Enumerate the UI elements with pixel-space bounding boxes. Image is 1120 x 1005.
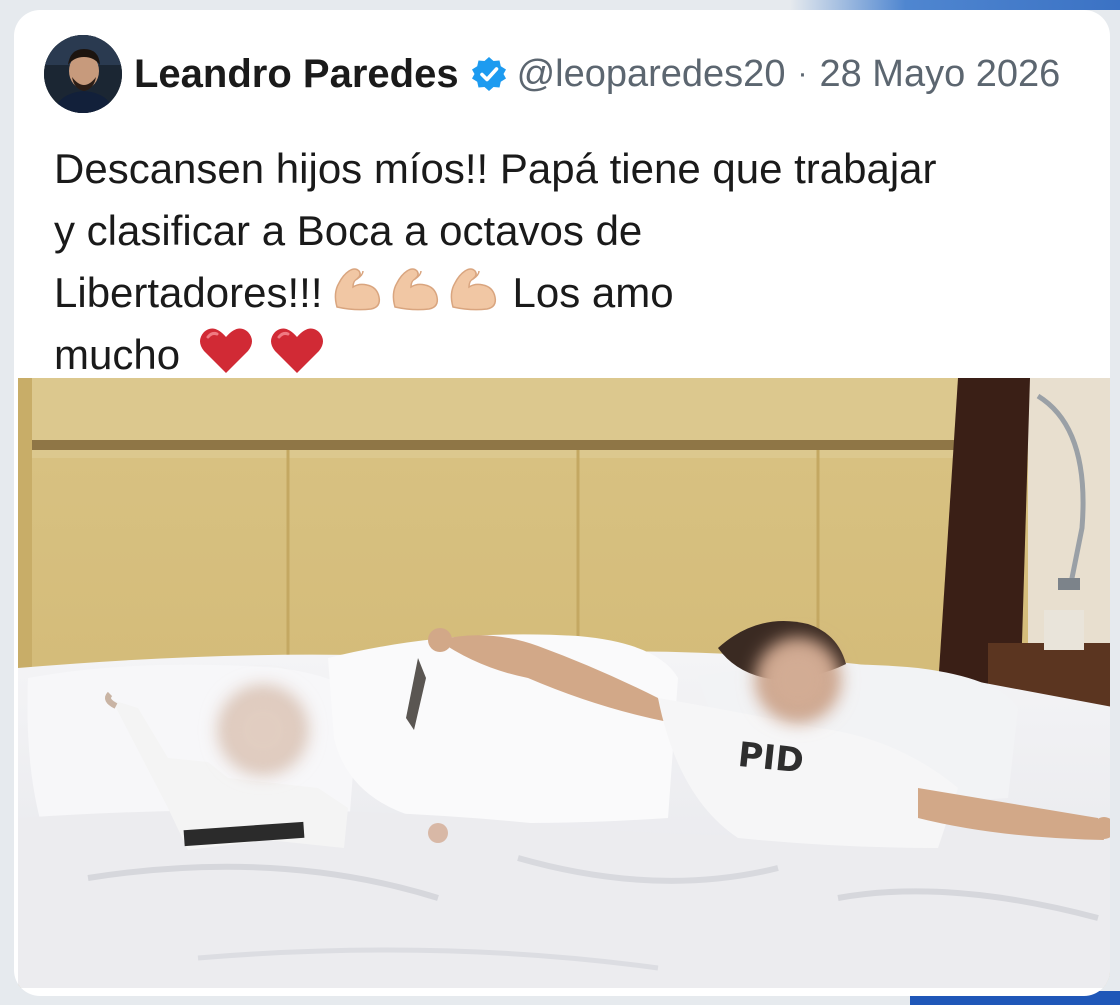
tweet-text-line: mucho [54,324,1094,386]
tweet-photo[interactable]: PID [18,378,1110,988]
tweet-text: Descansen hijos míos!! Papá tiene que tr… [54,138,1094,386]
bed-photo-image: PID [18,378,1110,988]
tweet-card[interactable]: Leandro Paredes @leoparedes20 · 28 Mayo … [14,10,1110,996]
flexed-biceps-icon [392,268,438,311]
author-handle[interactable]: @leoparedes20 [517,53,786,96]
tweet-text-line: y clasificar a Boca a octavos de [54,207,643,254]
avatar[interactable] [44,35,122,113]
screenshot-frame: Leandro Paredes @leoparedes20 · 28 Mayo … [0,0,1120,1005]
flexed-biceps-icon [450,268,496,311]
tweet-text-segment: Los amo [512,269,674,316]
red-heart-icon [199,328,252,373]
verified-badge-icon [471,57,506,91]
red-heart-icon [271,328,324,373]
svg-text:PID: PID [736,735,806,782]
tweet-text-line: Libertadores!!! Los amo [54,262,1094,324]
separator-dot: · [797,57,808,90]
avatar-photo-icon [44,35,122,113]
tweet-text-segment: Libertadores!!! [54,269,323,316]
author-name[interactable]: Leandro Paredes [134,52,459,97]
tweet-header: Leandro Paredes @leoparedes20 · 28 Mayo … [44,34,1060,114]
top-accent-bar [790,0,1120,10]
emoji-group [329,263,503,313]
tweet-date[interactable]: 28 Mayo 2026 [819,53,1060,96]
tweet-text-line: Descansen hijos míos!! Papá tiene que tr… [54,145,937,192]
tweet-text-segment: mucho [54,331,181,378]
flexed-biceps-icon [334,268,380,311]
